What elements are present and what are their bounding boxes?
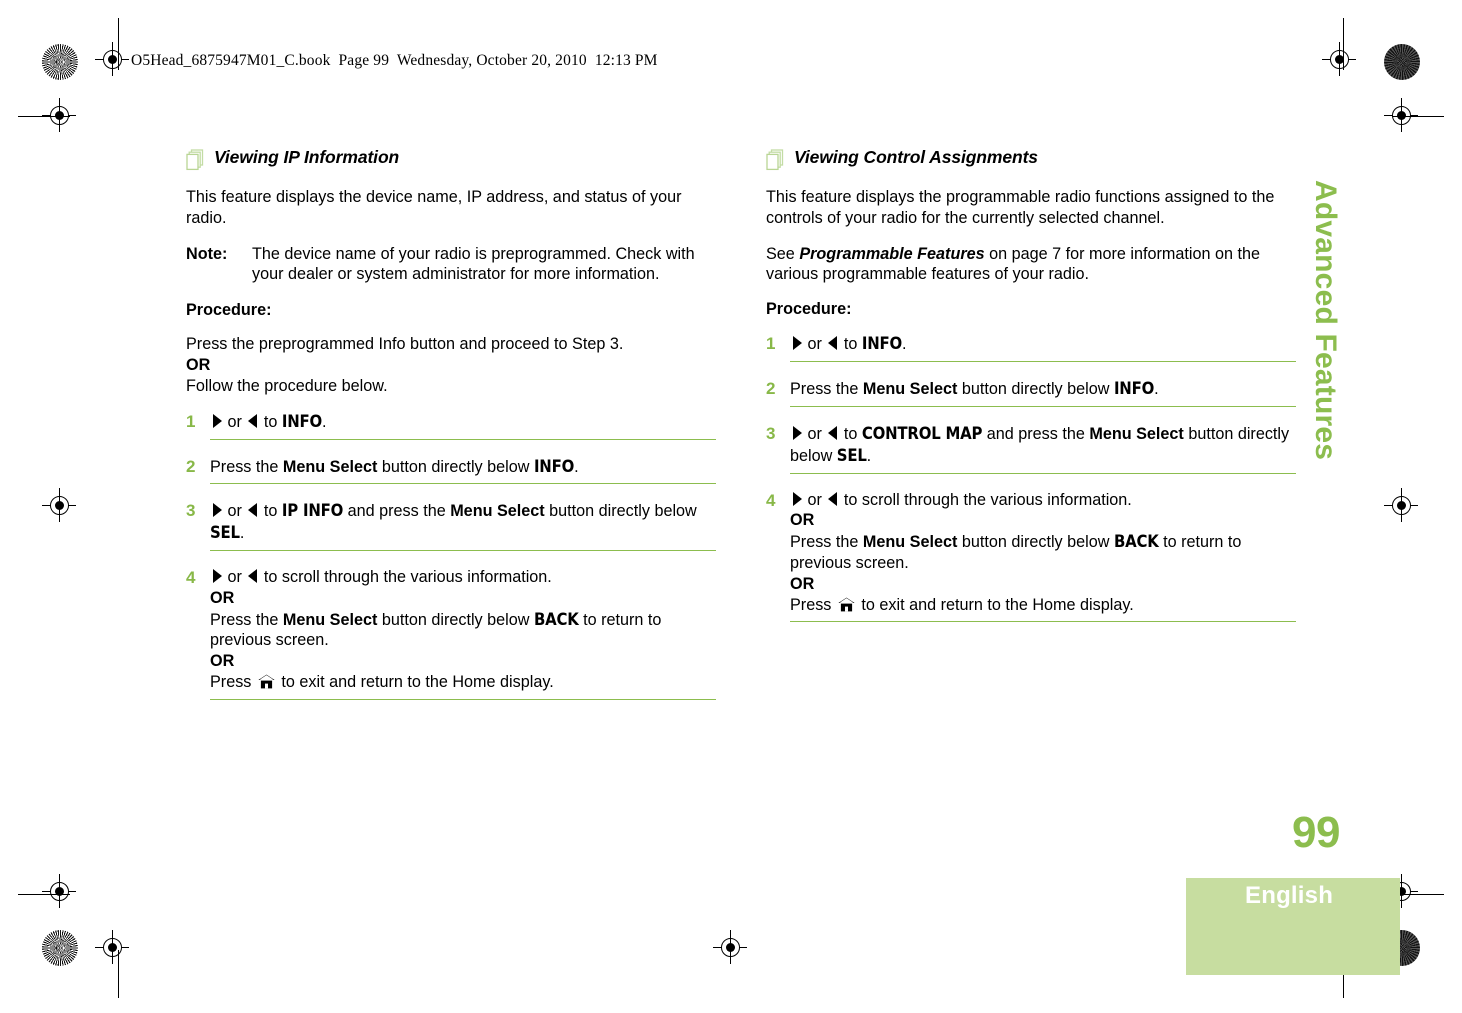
display-term: SEL: [210, 523, 240, 543]
triangle-right-icon: [793, 425, 802, 440]
emphasis-text: OR: [790, 511, 815, 530]
right-steps-list: 1 or to INFO. 2 Press the Menu Select butt…: [766, 333, 1296, 628]
step-number: 4: [186, 567, 196, 587]
step-number: 1: [186, 411, 196, 431]
right-procedure-label: Procedure:: [766, 300, 852, 319]
left-lead-or: OR: [186, 356, 211, 375]
emphasis-text: Menu Select: [862, 533, 958, 552]
emphasis-text: Menu Select: [862, 380, 958, 399]
triangle-right-icon: [213, 413, 222, 428]
step-text: or to INFO.: [790, 333, 1296, 363]
right-column: Viewing Control Assignments This feature…: [766, 147, 1296, 638]
cross-ref-title: Programmable Features: [799, 244, 985, 263]
left-note-text: The device name of your radio is preprog…: [252, 244, 695, 284]
page-number: 99: [1292, 808, 1340, 857]
display-term: INFO: [533, 456, 575, 476]
display-term: SEL: [836, 445, 867, 465]
left-column: Viewing IP Information This feature disp…: [186, 147, 716, 716]
left-section-heading: Viewing IP Information: [186, 147, 716, 171]
cross-ref-prefix: See: [766, 244, 800, 263]
left-procedure-lead: Press the preprogrammed Info button and …: [186, 334, 716, 396]
procedure-step: 2 Press the Menu Select button directly b…: [186, 456, 716, 491]
left-section-title: Viewing IP Information: [214, 147, 400, 167]
display-term: BACK: [1113, 532, 1159, 552]
step-text: or to CONTROL MAP and press the Menu Sel…: [790, 423, 1296, 474]
triangle-left-icon: [828, 425, 838, 440]
left-lead-line2: Follow the procedure below.: [186, 376, 388, 395]
left-note: Note: The device name of your radio is p…: [186, 244, 716, 286]
left-steps-list: 1 or to INFO. 2 Press the Menu Select butt…: [186, 411, 716, 706]
procedure-step: 4 or to scroll through the various infor…: [766, 490, 1296, 629]
left-note-label: Note:: [186, 244, 228, 263]
emphasis-text: Menu Select: [1089, 424, 1184, 443]
emphasis-text: Menu Select: [282, 610, 378, 629]
emphasis-text: Menu Select: [282, 457, 378, 476]
left-procedure-label: Procedure:: [186, 301, 272, 320]
emphasis-text: OR: [790, 574, 815, 593]
right-section-title: Viewing Control Assignments: [794, 147, 1038, 167]
step-text: or to INFO.: [210, 411, 716, 440]
emphasis-text: OR: [210, 588, 235, 607]
left-lead-line1: Press the preprogrammed Info button and …: [186, 335, 624, 354]
triangle-right-icon: [213, 503, 222, 518]
procedure-step: 1 or to INFO.: [186, 411, 716, 446]
step-number: 2: [186, 456, 196, 476]
display-term: IP INFO: [281, 501, 344, 521]
step-text: or to scroll through the various informa…: [210, 567, 716, 700]
triangle-right-icon: [793, 336, 802, 351]
procedure-step: 4 or to scroll through the various infor…: [186, 567, 716, 706]
step-number: 3: [186, 501, 196, 521]
triangle-left-icon: [248, 413, 258, 428]
step-text: or to IP INFO and press the Menu Select …: [210, 500, 716, 551]
triangle-left-icon: [828, 336, 838, 351]
step-number: 3: [766, 423, 776, 443]
right-cross-reference: See Programmable Features on page 7 for …: [766, 244, 1296, 286]
triangle-right-icon: [213, 568, 222, 583]
right-intro-paragraph: This feature displays the programmable r…: [766, 188, 1275, 227]
triangle-left-icon: [248, 568, 258, 583]
left-intro-paragraph: This feature displays the device name, I…: [186, 188, 682, 227]
home-icon: [258, 674, 275, 689]
step-text: Press the Menu Select button directly be…: [790, 378, 1296, 407]
language-label: English: [1245, 882, 1334, 909]
triangle-left-icon: [248, 503, 258, 518]
display-term: INFO: [1113, 379, 1155, 399]
procedure-step: 3 or to IP INFO and press the Menu Selec…: [186, 500, 716, 557]
page-content: Viewing IP Information This feature disp…: [0, 0, 1462, 1013]
step-number: 4: [766, 490, 776, 510]
triangle-right-icon: [793, 491, 802, 506]
procedure-step: 3 or to CONTROL MAP and press the Menu S…: [766, 423, 1296, 480]
pages-stack-icon: [186, 149, 205, 171]
home-icon: [838, 597, 855, 612]
procedure-step: 1 or to INFO.: [766, 333, 1296, 368]
display-term: BACK: [533, 609, 579, 629]
emphasis-text: Menu Select: [450, 502, 545, 521]
step-text: Press the Menu Select button directly be…: [210, 456, 716, 485]
pages-stack-icon: [766, 149, 785, 171]
step-text: or to scroll through the various informa…: [790, 490, 1296, 623]
display-term: INFO: [281, 411, 323, 431]
display-term: INFO: [861, 334, 903, 354]
emphasis-text: OR: [210, 652, 235, 671]
step-number: 1: [766, 334, 776, 354]
step-number: 2: [766, 379, 776, 399]
triangle-left-icon: [828, 491, 838, 506]
right-section-heading: Viewing Control Assignments: [766, 147, 1296, 171]
chapter-tab-label: Advanced Features: [1309, 180, 1342, 461]
procedure-step: 2 Press the Menu Select button directly b…: [766, 378, 1296, 413]
display-term: CONTROL MAP: [861, 423, 983, 443]
